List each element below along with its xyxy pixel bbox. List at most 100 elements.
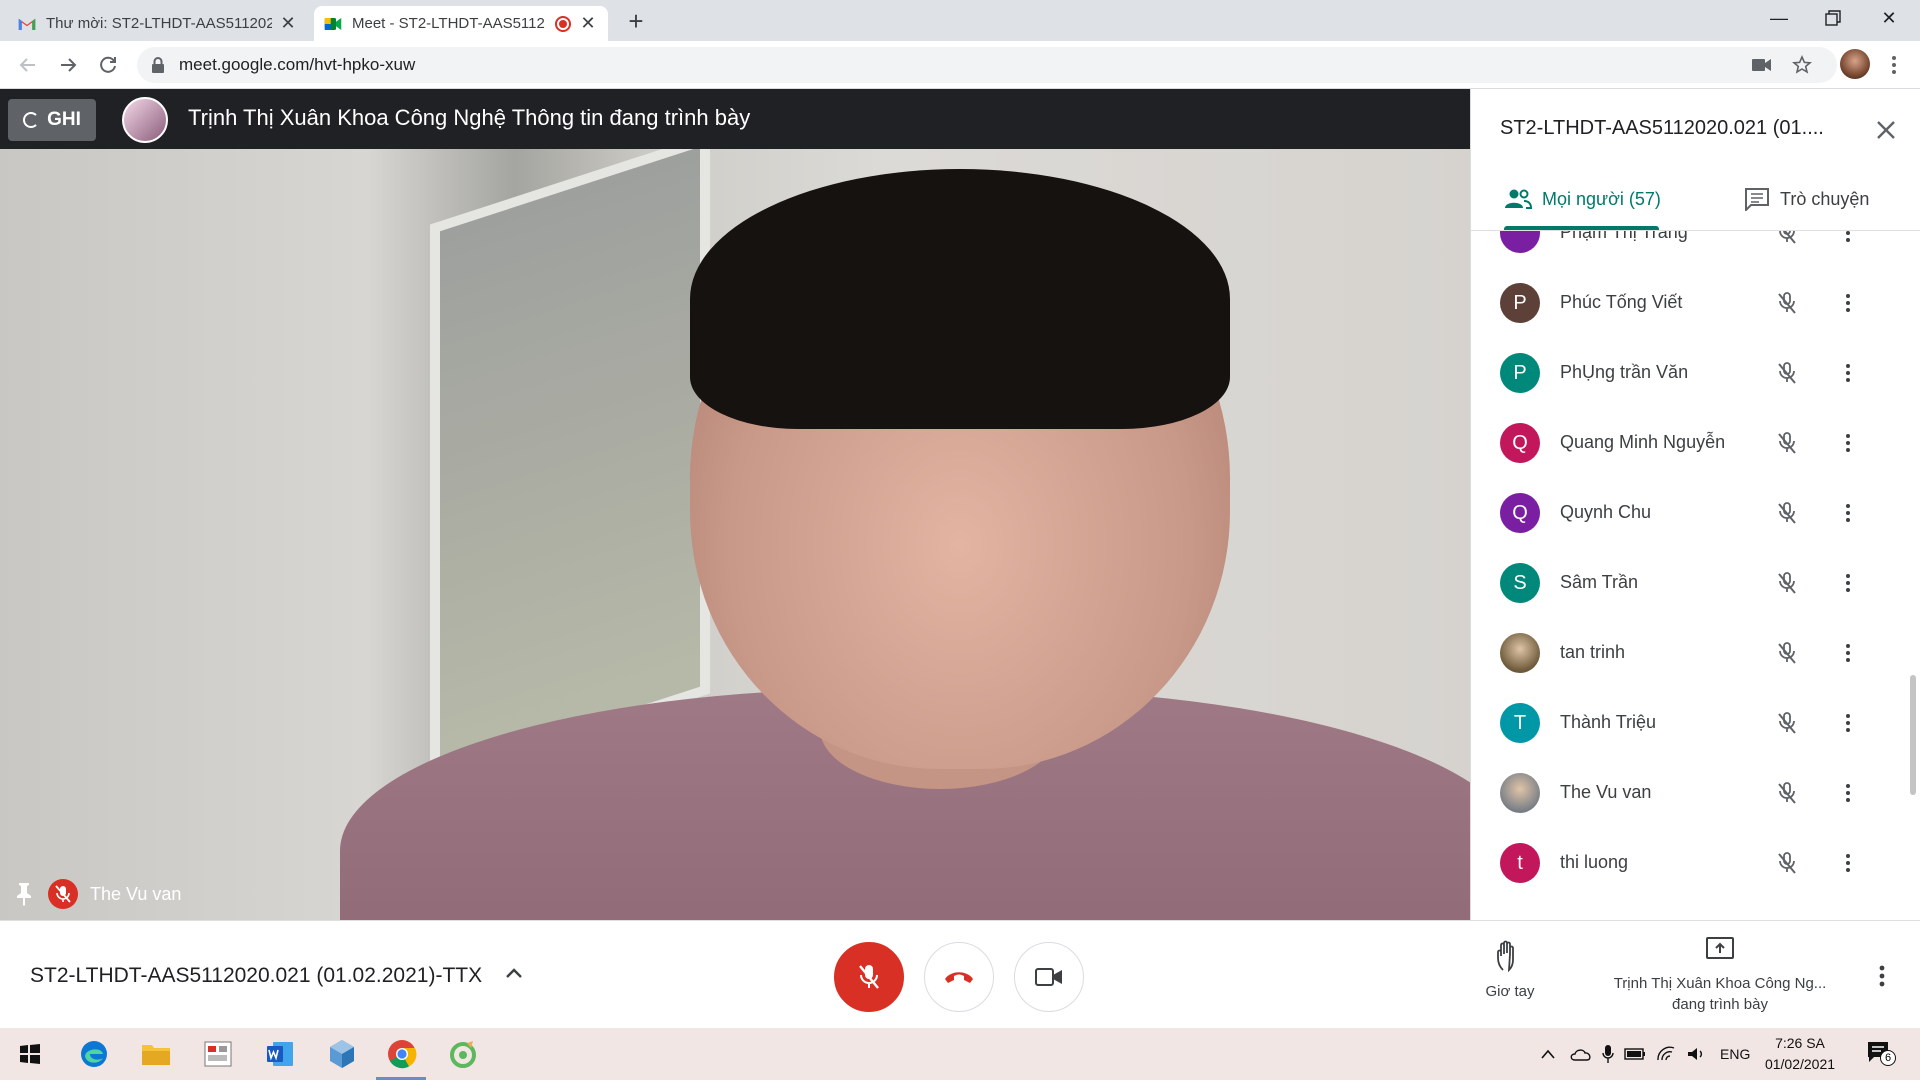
onedrive-cloud-icon[interactable] — [1570, 1047, 1592, 1061]
bookmark-star-icon[interactable] — [1788, 51, 1816, 79]
back-icon[interactable] — [14, 51, 42, 79]
participant-options-icon[interactable] — [1836, 641, 1860, 665]
clock-time: 7:26 SA — [1775, 1035, 1825, 1051]
file-explorer-icon[interactable] — [140, 1038, 172, 1070]
wifi-icon[interactable] — [1656, 1046, 1676, 1062]
participant-options-icon[interactable] — [1836, 781, 1860, 805]
participant-row[interactable]: t thi luong — [1500, 833, 1900, 893]
close-panel-icon[interactable] — [1872, 116, 1900, 144]
participant-options-icon[interactable] — [1836, 291, 1860, 315]
participant-name: Sâm Trần — [1560, 572, 1639, 592]
tab-chat[interactable]: Trò chuyện — [1744, 184, 1869, 214]
recording-button[interactable]: GHI — [8, 99, 96, 141]
participant-row[interactable]: tan trinh — [1500, 623, 1900, 683]
participant-row[interactable]: Q Quang Minh Nguyễn — [1500, 413, 1900, 473]
browser-toolbar: meet.google.com/hvt-hpko-xuw — [0, 41, 1920, 89]
participant-row[interactable]: The Vu van — [1500, 763, 1900, 823]
participant-options-icon[interactable] — [1836, 571, 1860, 595]
participant-options-icon[interactable] — [1836, 231, 1860, 245]
mic-off-icon[interactable] — [1775, 571, 1799, 595]
tab-gmail-invite[interactable]: Thư mời: ST2-LTHDT-AAS511202 ✕ — [8, 6, 308, 41]
participant-name: Phúc Tống Viết — [1560, 292, 1683, 312]
participant-options-icon[interactable] — [1836, 501, 1860, 525]
start-icon[interactable] — [14, 1038, 46, 1070]
more-options-icon[interactable] — [1868, 962, 1896, 990]
mic-off-icon[interactable] — [1775, 361, 1799, 385]
browser-menu-icon[interactable] — [1880, 51, 1908, 79]
participant-options-icon[interactable] — [1836, 851, 1860, 875]
participant-row[interactable]: P PhỤng trần Văn — [1500, 343, 1900, 403]
participant-name: tan trinh — [1560, 642, 1626, 662]
minimize-icon[interactable]: — — [1756, 0, 1802, 36]
participant-row[interactable]: Q Quynh Chu — [1500, 483, 1900, 543]
show-hidden-icons-chevron-icon[interactable] — [1540, 1048, 1556, 1060]
hang-up-icon — [945, 972, 973, 983]
camera-in-use-icon[interactable] — [1748, 51, 1776, 79]
leave-call-button[interactable] — [924, 942, 994, 1012]
participant-photo-avatar — [1500, 633, 1540, 673]
coccoc-icon[interactable] — [448, 1038, 480, 1070]
tab-title: Thư mời: ST2-LTHDT-AAS511202 — [46, 15, 272, 32]
edge-icon[interactable] — [78, 1038, 110, 1070]
participant-options-icon[interactable] — [1836, 431, 1860, 455]
input-language[interactable]: ENG — [1720, 1046, 1750, 1062]
close-tab-icon[interactable]: ✕ — [278, 13, 298, 34]
chrome-icon[interactable] — [386, 1038, 418, 1070]
3d-viewer-icon[interactable] — [326, 1038, 358, 1070]
mic-off-icon[interactable] — [1775, 291, 1799, 315]
panel-title: ST2-LTHDT-AAS5112020.021 (01.... — [1500, 117, 1824, 139]
camera-toggle-button[interactable] — [1014, 942, 1084, 1012]
system-clock[interactable]: 7:26 SA 01/02/2021 — [1764, 1033, 1836, 1075]
maximize-icon[interactable] — [1810, 0, 1856, 36]
gmail-icon — [18, 18, 36, 30]
new-tab-icon[interactable]: + — [622, 8, 650, 36]
word-icon[interactable] — [264, 1038, 296, 1070]
participant-options-icon[interactable] — [1836, 711, 1860, 735]
participant-name: Quang Minh Nguyễn — [1560, 432, 1726, 452]
chevron-up-icon[interactable] — [502, 962, 526, 986]
presenter-avatar — [122, 97, 168, 143]
participant-row[interactable]: S Sâm Trần — [1500, 553, 1900, 613]
participant-row[interactable]: Phạm Thị Trang — [1500, 231, 1900, 263]
battery-icon[interactable] — [1624, 1048, 1646, 1060]
participant-avatar: Q — [1500, 423, 1540, 463]
unmute-microphone-button[interactable] — [834, 942, 904, 1012]
participant-name: thi luong — [1560, 852, 1629, 872]
people-icon — [1505, 189, 1532, 209]
mic-off-icon[interactable] — [1775, 781, 1799, 805]
participant-name: PhỤng trần Văn — [1560, 362, 1689, 382]
tab-meet[interactable]: Meet - ST2-LTHDT-AAS5112 ✕ — [314, 6, 608, 41]
mic-off-icon[interactable] — [1775, 431, 1799, 455]
system-tray: ENG — [1540, 1040, 1750, 1068]
reload-icon[interactable] — [94, 51, 122, 79]
tab-people-label: Mọi người (57) — [1542, 188, 1661, 209]
address-bar[interactable]: meet.google.com/hvt-hpko-xuw — [137, 47, 1837, 83]
mic-off-icon[interactable] — [1775, 711, 1799, 735]
recording-spinner-icon — [23, 112, 40, 128]
action-center-button[interactable]: 6 — [1866, 1040, 1896, 1068]
app-icon[interactable] — [202, 1038, 234, 1070]
raise-hand-button[interactable]: Giơ tay — [1470, 940, 1550, 1000]
microphone-in-use-icon[interactable] — [1602, 1044, 1614, 1064]
mic-off-icon[interactable] — [1775, 641, 1799, 665]
participant-avatar: T — [1500, 703, 1540, 743]
close-tab-icon[interactable]: ✕ — [578, 13, 598, 34]
profile-avatar[interactable] — [1840, 49, 1870, 79]
close-window-icon[interactable]: ✕ — [1866, 0, 1912, 36]
notification-count-badge: 6 — [1880, 1050, 1896, 1066]
panel-scrollbar[interactable] — [1910, 675, 1916, 795]
meeting-details-title[interactable]: ST2-LTHDT-AAS5112020.021 (01.02.2021)-TT… — [30, 964, 482, 988]
volume-icon[interactable] — [1686, 1046, 1706, 1062]
mic-off-icon[interactable] — [1775, 851, 1799, 875]
tab-title: Meet - ST2-LTHDT-AAS5112 — [352, 15, 545, 32]
tab-people[interactable]: Mọi người (57) — [1504, 184, 1661, 214]
presenting-button[interactable]: Trịnh Thị Xuân Khoa Công Ng... đang trìn… — [1592, 936, 1848, 1015]
participant-options-icon[interactable] — [1836, 361, 1860, 385]
mic-off-icon[interactable] — [1775, 501, 1799, 525]
mic-off-icon[interactable] — [1775, 231, 1799, 245]
forward-icon[interactable] — [54, 51, 82, 79]
chat-icon — [1745, 188, 1769, 211]
browser-tab-strip: Thư mời: ST2-LTHDT-AAS511202 ✕ Meet - ST… — [0, 0, 1920, 41]
participant-row[interactable]: P Phúc Tống Viết — [1500, 273, 1900, 333]
participant-row[interactable]: T Thành Triệu — [1500, 693, 1900, 753]
